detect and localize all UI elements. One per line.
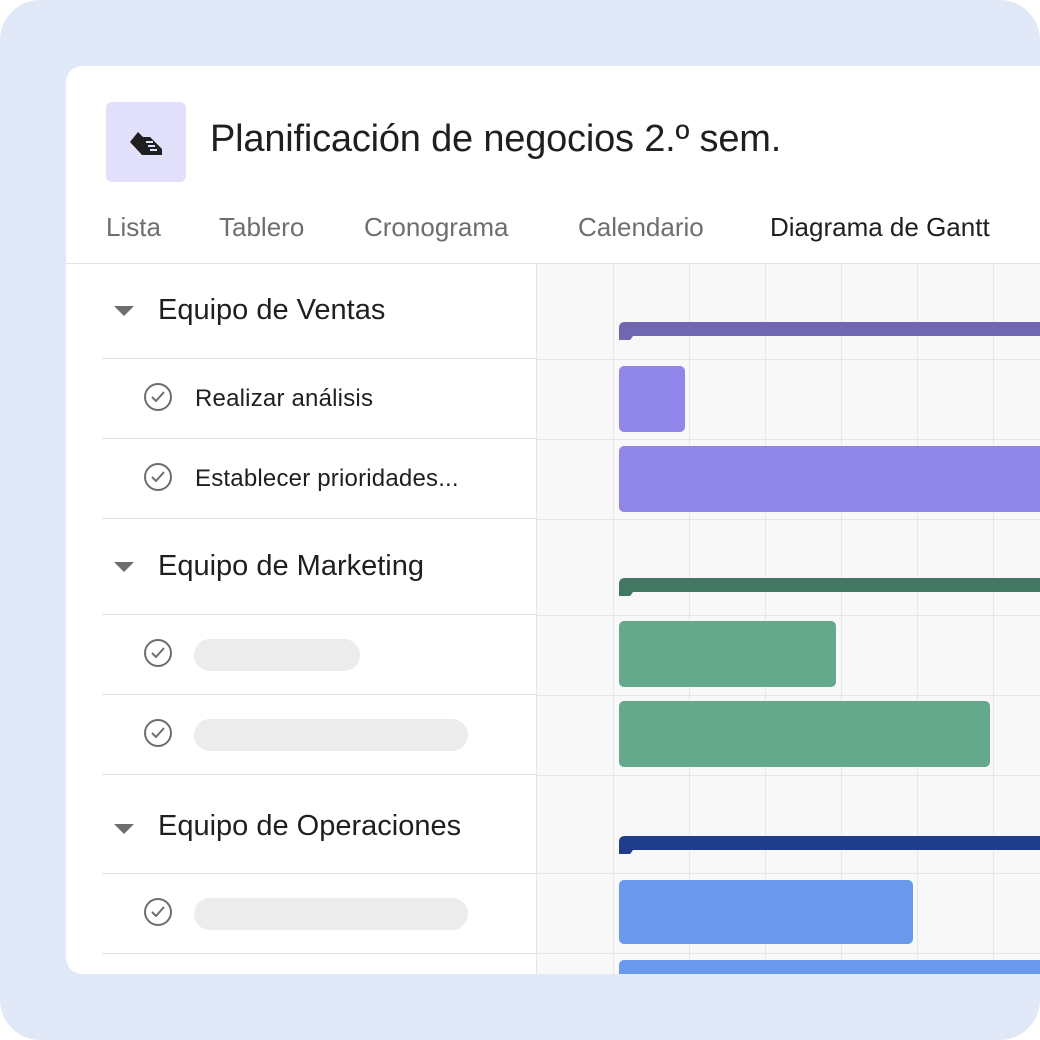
tab-list[interactable]: Lista [106,212,161,243]
group-header-sales[interactable]: Equipo de Ventas [102,264,536,359]
check-circle-icon[interactable] [144,639,172,667]
task-bar[interactable] [619,366,685,432]
task-bar[interactable] [619,960,1040,974]
task-row[interactable] [102,695,536,775]
grid-row-line [537,359,1040,360]
group-label: Equipo de Marketing [158,550,424,582]
grid-column-line [765,264,766,974]
task-row[interactable] [102,954,536,974]
task-row[interactable] [102,615,536,695]
task-row[interactable]: Establecer prioridades... [102,439,536,519]
task-name-placeholder [194,898,468,930]
grid-row-line [537,953,1040,954]
gantt-chart [536,264,1040,974]
task-bar[interactable] [619,880,913,944]
grid-column-line [993,264,994,974]
grid-row-line [537,695,1040,696]
grid-column-line [841,264,842,974]
group-summary-bar-marketing[interactable] [619,578,1040,596]
tab-calendar[interactable]: Calendario [578,212,704,243]
caret-down-icon[interactable] [114,306,134,316]
grid-column-line [613,264,614,974]
group-summary-bar-operations[interactable] [619,836,1040,854]
grid-row-line [537,615,1040,616]
tab-timeline[interactable]: Cronograma [364,212,509,243]
group-header-operations[interactable]: Equipo de Operaciones [102,776,536,874]
page-title: Planificación de negocios 2.º sem. [210,118,782,160]
grid-row-line [537,873,1040,874]
grid-row-line [537,775,1040,776]
task-name-placeholder [194,639,360,671]
group-header-marketing[interactable]: Equipo de Marketing [102,520,536,615]
project-card: Planificación de negocios 2.º sem. Lista… [66,66,1040,974]
tab-gantt[interactable]: Diagrama de Gantt [770,212,990,243]
caret-down-icon[interactable] [114,824,134,834]
grid-row-line [537,439,1040,440]
task-bar[interactable] [619,621,836,687]
task-name[interactable]: Establecer prioridades... [195,465,459,493]
task-row[interactable]: Realizar análisis [102,359,536,439]
group-label: Equipo de Operaciones [158,810,462,842]
check-circle-icon[interactable] [144,719,172,747]
group-summary-bar-sales[interactable] [619,322,1040,340]
task-bar[interactable] [619,701,990,767]
grid-row-line [537,519,1040,520]
task-bar[interactable] [619,446,1040,512]
task-list: Equipo de Ventas Realizar análisis Estab… [66,264,536,974]
page-background: Planificación de negocios 2.º sem. Lista… [0,0,1040,1040]
tab-board[interactable]: Tablero [219,212,304,243]
task-row[interactable] [102,874,536,954]
grid-column-line [917,264,918,974]
runner-shoe-icon[interactable] [106,102,186,182]
caret-down-icon[interactable] [114,562,134,572]
check-circle-icon[interactable] [144,898,172,926]
group-label: Equipo de Ventas [158,294,386,326]
project-header: Planificación de negocios 2.º sem. Lista… [66,66,1040,264]
check-circle-icon[interactable] [144,463,172,491]
check-circle-icon[interactable] [144,383,172,411]
task-name-placeholder [194,719,468,751]
task-name[interactable]: Realizar análisis [195,385,373,413]
grid-column-line [689,264,690,974]
